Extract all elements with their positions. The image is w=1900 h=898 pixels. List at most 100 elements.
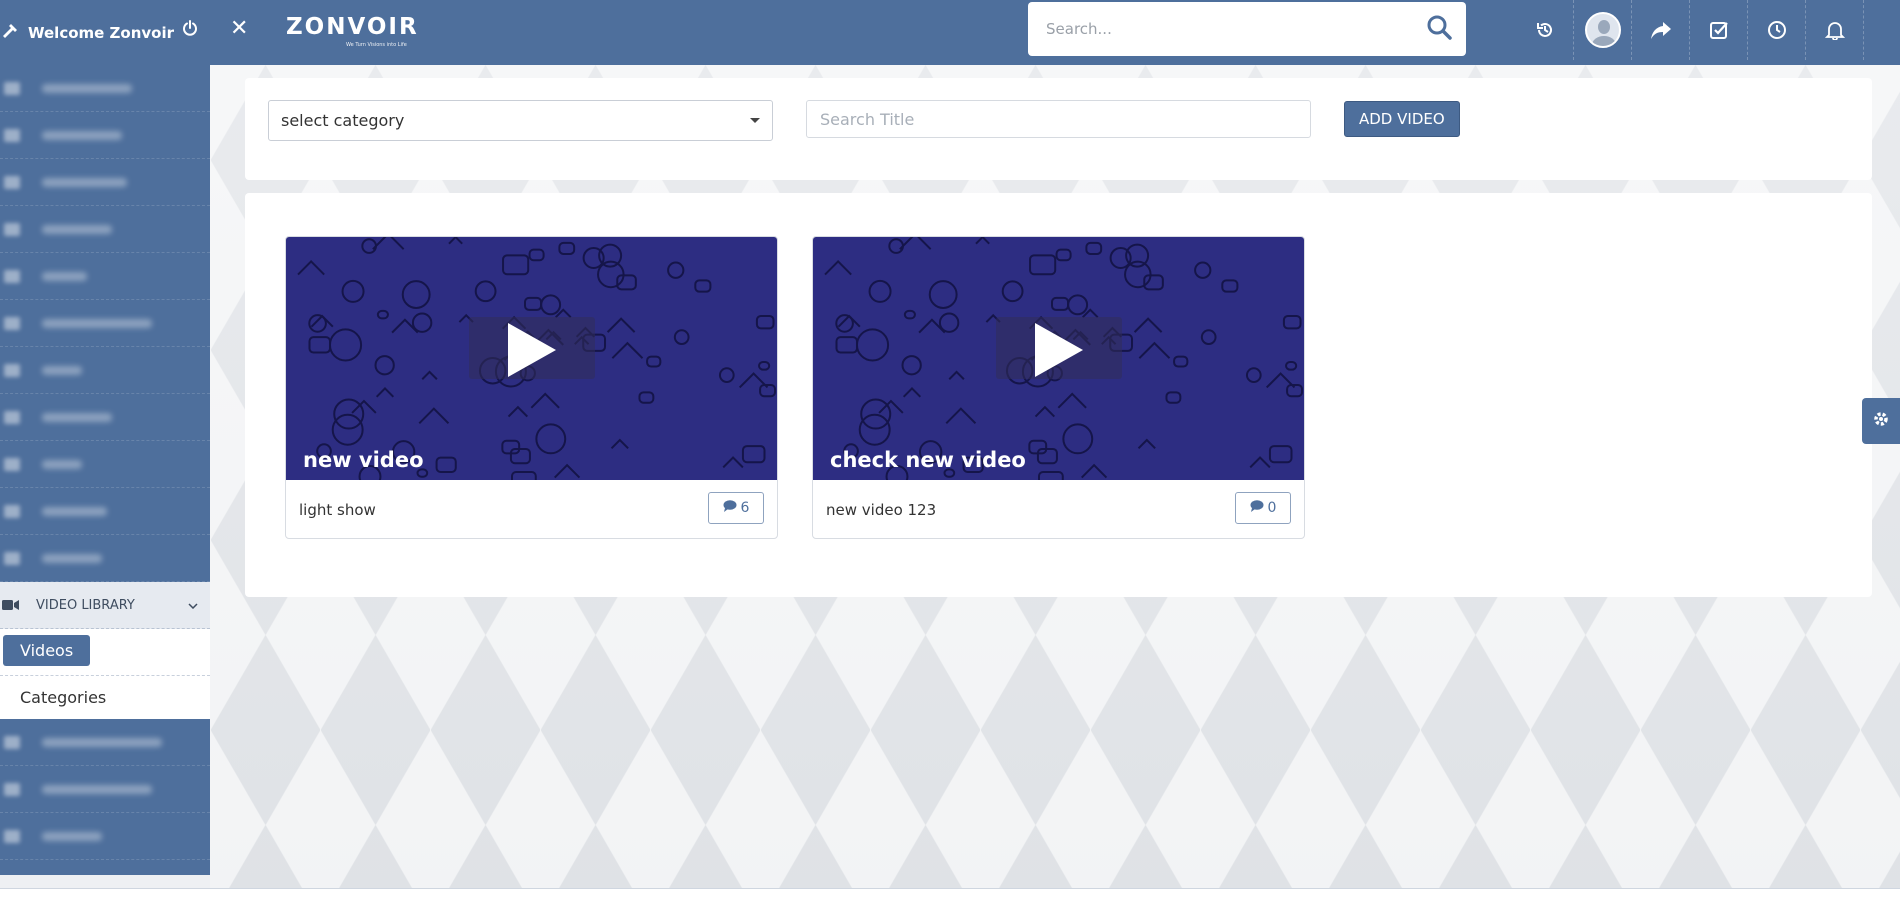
chevron-down-icon[interactable] (188, 599, 198, 612)
doodle-shape (448, 237, 463, 245)
sidebar-item-blurred[interactable] (0, 488, 210, 535)
doodle-shape (474, 280, 497, 303)
sidebar-subitem-videos-label: Videos (3, 635, 91, 666)
doodle-shape (540, 294, 562, 316)
top-bar: Welcome Zonvoir ✕ ZONVOIR We Turn Vision… (0, 0, 1900, 65)
sidebar-item-blurred[interactable] (0, 441, 210, 488)
doodle-shape (902, 387, 922, 398)
doodle-shape (535, 423, 567, 455)
menu-icon (4, 782, 20, 796)
menu-icon (4, 504, 20, 518)
doodle-shape (435, 456, 457, 473)
video-camera-icon (2, 599, 20, 611)
sidebar-item-blurred[interactable] (0, 766, 210, 813)
category-select[interactable]: select category (268, 100, 773, 141)
doodle-shape (418, 407, 450, 425)
sidebar-item-blurred[interactable] (0, 719, 210, 766)
sidebar-item-blurred[interactable] (0, 253, 210, 300)
menu-icon (4, 128, 20, 142)
search-icon[interactable] (1426, 14, 1452, 40)
comment-count: 6 (740, 500, 750, 516)
doodle-shape (376, 309, 389, 320)
avatar (1584, 12, 1621, 48)
comments-button[interactable]: 0 (1235, 492, 1291, 524)
title-search-input[interactable] (806, 100, 1311, 138)
doodle-shape (528, 248, 545, 262)
video-footer: new video 123 0 (813, 480, 1304, 538)
sidebar-item-blurred[interactable] (0, 112, 210, 159)
share-icon[interactable] (1632, 0, 1690, 60)
add-video-button[interactable]: ADD VIDEO (1344, 101, 1460, 137)
doodle-shape (718, 367, 735, 383)
doodle-shape (855, 328, 890, 362)
play-icon[interactable] (1035, 323, 1083, 377)
sidebar-item-video-library[interactable]: VIDEO LIBRARY (0, 582, 210, 629)
doodle-shape (638, 391, 655, 404)
doodle-shape (975, 237, 990, 245)
doodle-shape (502, 254, 530, 276)
doodle-shape (331, 413, 364, 446)
doodle-shape (1036, 447, 1058, 465)
video-card[interactable]: check new video new video 123 0 (812, 236, 1305, 539)
menu-icon (4, 81, 20, 95)
settings-tab[interactable] (1862, 398, 1900, 444)
doodle-shape (1138, 341, 1171, 359)
doodle-shape (948, 370, 965, 380)
menu-icon (4, 829, 20, 843)
sidebar-item-blurred[interactable] (0, 65, 210, 112)
doodle-shape (530, 392, 560, 409)
close-icon[interactable]: ✕ (230, 16, 248, 41)
doodle-shape (646, 355, 662, 368)
video-name: light show (299, 501, 376, 519)
doodle-shape (1081, 463, 1108, 479)
menu-icon (4, 269, 20, 283)
filter-panel: select category ADD VIDEO (245, 78, 1872, 180)
doodle-shape (558, 241, 576, 255)
doodle-shape (1221, 279, 1239, 293)
doodle-shape (610, 438, 629, 450)
sidebar-subitem-videos[interactable]: Videos (0, 629, 210, 675)
sidebar-subitem-categories[interactable]: Categories (0, 675, 210, 719)
power-icon[interactable] (182, 20, 198, 41)
video-thumbnail[interactable]: new video (286, 237, 777, 480)
user-avatar-button[interactable] (1574, 0, 1632, 60)
comments-button[interactable]: 6 (708, 492, 764, 524)
doodle-shape (507, 405, 529, 418)
global-search (1028, 2, 1466, 56)
doodle-shape (824, 260, 852, 276)
sidebar-section-label: VIDEO LIBRARY (36, 597, 135, 613)
history-icon[interactable] (1516, 0, 1574, 60)
sidebar-item-blurred[interactable] (0, 347, 210, 394)
sidebar-item-blurred[interactable] (0, 535, 210, 582)
comment-icon (723, 500, 737, 516)
video-card[interactable]: new video light show 6 (285, 236, 778, 539)
video-thumbnail[interactable]: check new video (813, 237, 1304, 480)
doodle-shape (868, 279, 892, 303)
doodle-shape (1055, 248, 1072, 262)
sidebar-item-blurred[interactable] (0, 300, 210, 347)
play-icon[interactable] (508, 323, 556, 377)
search-input[interactable] (1046, 20, 1426, 38)
logo[interactable]: ZONVOIR We Turn Visions into Life (286, 14, 419, 48)
sidebar-item-blurred[interactable] (0, 206, 210, 253)
doodle-shape (858, 413, 891, 446)
doodle-shape (1034, 405, 1056, 418)
sidebar-item-blurred[interactable] (0, 159, 210, 206)
doodle-shape (361, 238, 377, 254)
doodle-shape (888, 238, 904, 254)
clock-icon[interactable] (1748, 0, 1806, 60)
bell-icon[interactable] (1806, 0, 1864, 60)
comment-icon (1250, 500, 1264, 516)
doodle-shape (938, 312, 960, 333)
sidebar-item-blurred[interactable] (0, 813, 210, 860)
sidebar-item-blurred[interactable] (0, 394, 210, 441)
doodle-shape (1165, 391, 1182, 404)
doodle-shape (1200, 329, 1217, 345)
doodle-shape (1268, 445, 1293, 464)
doodle-shape (375, 387, 395, 398)
logo-tagline: We Turn Visions into Life (346, 42, 407, 48)
checkbox-icon[interactable] (1690, 0, 1748, 60)
doodle-shape (597, 260, 625, 289)
doodle-shape (1194, 261, 1212, 279)
doodle-shape (401, 280, 431, 309)
